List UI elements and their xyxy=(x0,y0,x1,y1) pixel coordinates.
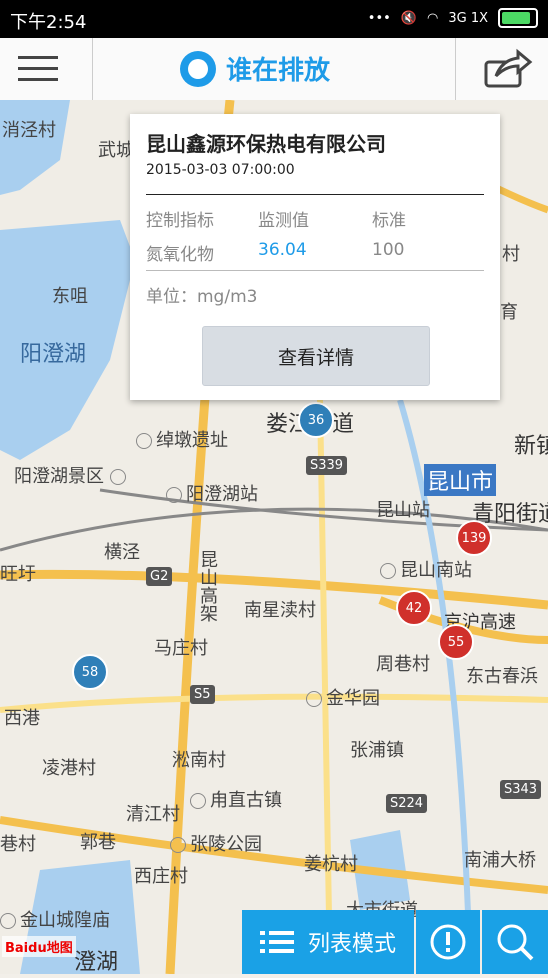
map-label: 南浦大桥 xyxy=(464,850,536,871)
map-label: 东古春浜 xyxy=(466,666,538,687)
map-label: 郭巷 xyxy=(80,832,116,853)
map-label: 东咀 xyxy=(52,286,88,307)
highway-shield: S224 xyxy=(386,794,428,813)
more-dots-icon: ••• xyxy=(367,10,391,26)
map-label: 金山城隍庙 xyxy=(0,906,110,932)
map-label: 马庄村 xyxy=(154,638,208,659)
map-label: 阳澄湖站 xyxy=(166,480,258,506)
map-label: 巷村 xyxy=(0,834,36,855)
map-label: 昆山站 xyxy=(376,500,430,521)
pollution-marker[interactable]: 36 xyxy=(298,402,334,438)
map-label: 阳澄湖景区 xyxy=(14,462,130,488)
list-mode-label: 列表模式 xyxy=(307,932,396,957)
map-label: 淞南村 xyxy=(172,750,226,771)
app-bar: 谁在排放 xyxy=(0,38,548,101)
status-bar: 下午2:54 ••• 🔇 ◠ 3G 1X xyxy=(0,0,548,38)
map-label: 旺圩 xyxy=(0,564,36,585)
map-label: 张陵公园 xyxy=(170,830,262,856)
search-button[interactable] xyxy=(482,910,548,974)
map-label: 西庄村 xyxy=(134,866,188,887)
map-label: 消泾村 xyxy=(2,120,56,141)
signal-icon: 3G 1X xyxy=(448,10,488,26)
divider xyxy=(146,270,484,271)
share-button[interactable] xyxy=(455,38,548,100)
header-indicator: 控制指标 xyxy=(146,211,214,231)
reading-datetime: 2015-03-03 07:00:00 xyxy=(146,162,295,178)
map-label: 南星渎村 xyxy=(244,600,316,621)
pollution-marker[interactable]: 42 xyxy=(396,590,432,626)
highway-shield: S339 xyxy=(306,456,348,475)
indicator-standard: 100 xyxy=(372,240,405,260)
pollution-marker[interactable]: 55 xyxy=(438,624,474,660)
map-label: 新镇 xyxy=(514,434,548,459)
map-label: 育 xyxy=(500,302,518,323)
view-details-button[interactable]: 查看详情 xyxy=(202,326,430,386)
app-logo-icon xyxy=(180,50,216,87)
map-label: 阳澄湖 xyxy=(20,342,87,367)
menu-icon xyxy=(18,56,58,59)
highway-shield: S343 xyxy=(500,780,542,799)
status-time: 下午2:54 xyxy=(10,12,87,33)
map-label: 凌港村 xyxy=(42,758,96,779)
status-icons: ••• 🔇 ◠ 3G 1X xyxy=(368,8,538,28)
header-value: 监测值 xyxy=(258,211,309,231)
map-label: 昆山南站 xyxy=(380,556,472,582)
map-label: 清江村 xyxy=(126,804,180,825)
alert-button[interactable] xyxy=(416,910,480,974)
map-label: 姜杭村 xyxy=(304,854,358,875)
list-mode-button[interactable]: 列表模式 xyxy=(242,910,414,974)
map-label-city: 昆山市 xyxy=(424,464,497,496)
baidu-map-logo: Baidu地图 xyxy=(2,936,76,957)
map-label: 张浦镇 xyxy=(350,740,404,761)
app-title-group: 谁在排放 xyxy=(180,50,330,87)
pollution-marker[interactable]: 58 xyxy=(72,654,108,690)
map-label: 村 xyxy=(502,244,520,265)
map-label: 周巷村 xyxy=(376,654,430,675)
mute-icon: 🔇 xyxy=(400,10,417,26)
map-label: 西港 xyxy=(4,708,40,729)
share-icon xyxy=(484,48,533,88)
menu-button[interactable] xyxy=(0,38,93,100)
wifi-icon: ◠ xyxy=(427,10,439,26)
station-info-popup: 昆山鑫源环保热电有限公司 2015-03-03 07:00:00 控制指标 监测… xyxy=(130,114,500,400)
divider xyxy=(146,194,484,195)
alert-icon xyxy=(430,924,466,960)
battery-icon xyxy=(498,8,538,28)
list-icon xyxy=(259,931,294,953)
map-label: 武城 xyxy=(98,140,134,161)
app-title: 谁在排放 xyxy=(226,56,331,86)
unit-label: 单位：mg/m3 xyxy=(146,287,258,307)
search-icon xyxy=(497,924,534,961)
map-label: 甪直古镇 xyxy=(190,786,282,812)
indicator-value: 36.04 xyxy=(258,240,307,260)
header-standard: 标准 xyxy=(372,211,406,231)
indicator-name: 氮氧化物 xyxy=(146,245,214,265)
map-label: 绰墩遗址 xyxy=(136,426,228,452)
pollution-marker[interactable]: 139 xyxy=(456,520,492,556)
map-label: 昆山高架 xyxy=(197,550,218,622)
highway-shield: G2 xyxy=(146,567,173,586)
company-name: 昆山鑫源环保热电有限公司 xyxy=(146,132,386,156)
highway-shield: S5 xyxy=(190,685,215,704)
map-label: 澄湖 xyxy=(74,950,119,974)
map-label: 金华园 xyxy=(306,684,380,710)
map-label: 横泾 xyxy=(104,542,140,563)
